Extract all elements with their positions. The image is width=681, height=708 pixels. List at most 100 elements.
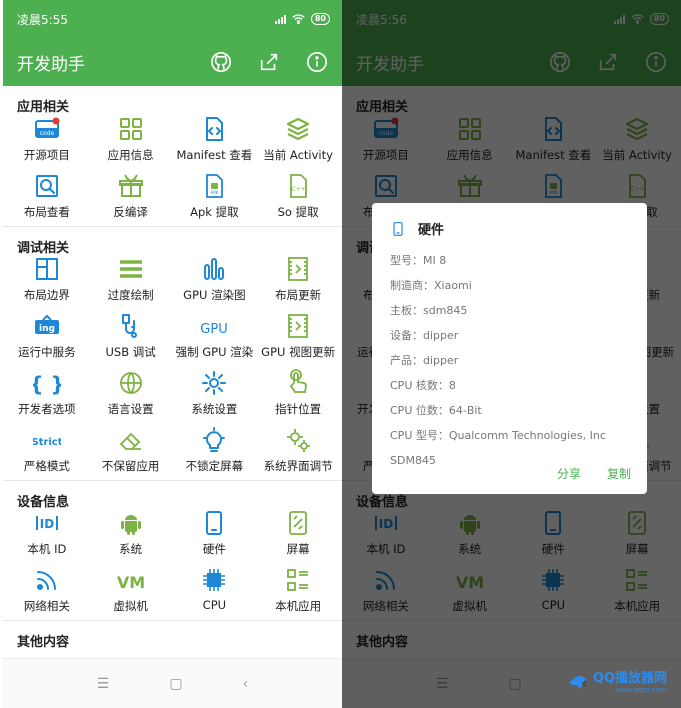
screen-main: 凌晨5:55 80 开发助手 应用相关 code 开源项目 应用信息 Manife…	[3, 0, 342, 708]
home-icon[interactable]: ▢	[169, 676, 182, 692]
tool-item[interactable]: 不保留应用	[89, 421, 173, 478]
tool-item[interactable]: 系统界面调节	[256, 421, 340, 478]
rss-icon	[32, 565, 62, 595]
tool-item[interactable]: Manifest 查看	[173, 110, 257, 167]
tool-item[interactable]: 网络相关	[5, 561, 89, 618]
tool-item[interactable]: Strict 严格模式	[5, 421, 89, 478]
tool-item-label: 指针位置	[275, 402, 322, 416]
copy-button[interactable]: 复制	[607, 465, 631, 482]
share-icon[interactable]	[258, 51, 280, 73]
app-title: 开发助手	[17, 54, 85, 75]
tool-item[interactable]: 布局边界	[5, 250, 89, 307]
tool-item[interactable]: USB 调试	[89, 307, 173, 364]
tool-item[interactable]: 反编译	[89, 167, 173, 224]
section-title: 设备信息	[3, 480, 342, 510]
tool-item[interactable]: code 开源项目	[5, 110, 89, 167]
pointer-hand-icon	[283, 368, 313, 398]
phone-icon	[390, 221, 406, 237]
tool-item[interactable]: VM 虚拟机	[89, 561, 173, 618]
svg-text:{ }: { }	[33, 372, 61, 396]
bird-logo-icon	[568, 675, 587, 689]
tool-item[interactable]: C++ So 提取	[256, 167, 340, 224]
app-bar: 开发助手	[3, 38, 342, 86]
svg-text:GPU: GPU	[201, 322, 228, 337]
tool-item[interactable]: 语言设置	[89, 364, 173, 421]
tool-item-label: 开源项目	[23, 148, 70, 162]
tool-item[interactable]: GPU 强制 GPU 渲染	[173, 307, 257, 364]
tool-item[interactable]: CPU	[173, 561, 257, 618]
tool-item-label: 不保留应用	[101, 459, 160, 473]
phone-icon	[199, 508, 229, 538]
gpu-film-icon	[283, 311, 313, 341]
tool-item-label: 应用信息	[107, 148, 154, 162]
code-icon: code	[32, 114, 62, 144]
back-icon[interactable]: ‹	[243, 676, 249, 692]
app-list-icon	[283, 565, 313, 595]
tool-item[interactable]: 布局查看	[5, 167, 89, 224]
dialog-title: 硬件	[418, 223, 445, 238]
tool-item-label: GPU 视图更新	[261, 345, 336, 359]
bars-icon	[199, 254, 229, 284]
hardware-info-line: CPU 位数：64-Bit	[390, 404, 482, 417]
ing-icon: ing	[32, 311, 62, 341]
hardware-dialog: 硬件 型号：MI 8 制造商：Xiaomi 主板：sdm845 设备：dipper 产品…	[372, 203, 647, 494]
cpp-file-icon: C++	[283, 171, 313, 201]
section-grid: code 开源项目 应用信息 Manifest 查看 当前 Activity 布…	[3, 110, 342, 224]
tool-item[interactable]: 过度绘制	[89, 250, 173, 307]
film-icon	[283, 254, 313, 284]
github-icon[interactable]	[210, 51, 232, 73]
tool-item-label: 当前 Activity	[263, 148, 333, 162]
battery-icon: 80	[310, 13, 330, 25]
globe-icon	[116, 368, 146, 398]
tool-item-label: USB 调试	[105, 345, 156, 359]
cpu-icon	[199, 565, 229, 595]
tool-item-label: 布局查看	[23, 205, 70, 219]
tool-item-label: 系统	[119, 542, 143, 556]
tool-item[interactable]: 硬件	[173, 504, 257, 561]
braces-icon: { }	[32, 368, 62, 398]
tool-item[interactable]: APK Apk 提取	[173, 167, 257, 224]
tool-item[interactable]: 布局更新	[256, 250, 340, 307]
tool-item-label: 本机应用	[275, 599, 322, 613]
tool-item-label: 布局边界	[23, 288, 70, 302]
tool-item[interactable]: 当前 Activity	[256, 110, 340, 167]
tool-item-label: 严格模式	[23, 459, 70, 473]
nav-bar: ☰ ▢ ‹	[3, 658, 342, 708]
tool-item[interactable]: GPU 视图更新	[256, 307, 340, 364]
tool-item-label: 网络相关	[23, 599, 70, 613]
tool-item[interactable]: 指针位置	[256, 364, 340, 421]
tool-item[interactable]: 本机应用	[256, 561, 340, 618]
tool-item[interactable]: ing 运行中服务	[5, 307, 89, 364]
layers-icon	[283, 114, 313, 144]
tool-item[interactable]: 系统设置	[173, 364, 257, 421]
tool-item[interactable]: GPU 渲染图	[173, 250, 257, 307]
info-icon[interactable]	[306, 51, 328, 73]
tool-item[interactable]: 应用信息	[89, 110, 173, 167]
tool-item-label: Apk 提取	[190, 205, 239, 219]
hardware-info-line: CPU 型号：Qualcomm Technologies, Inc	[390, 429, 606, 442]
tool-item-label: 过度绘制	[107, 288, 154, 302]
svg-text:ID: ID	[40, 517, 54, 531]
tool-item[interactable]: 系统	[89, 504, 173, 561]
tool-item-label: 强制 GPU 渲染	[175, 345, 254, 359]
tool-item-label: 系统设置	[191, 402, 238, 416]
tool-item[interactable]: { } 开发者选项	[5, 364, 89, 421]
strict-text-icon: Strict	[32, 425, 62, 455]
menu-icon[interactable]: ☰	[97, 676, 110, 692]
tool-item[interactable]: 不锁定屏幕	[173, 421, 257, 478]
svg-text:Strict: Strict	[33, 437, 61, 448]
bulb-icon	[199, 425, 229, 455]
gear-icon	[199, 368, 229, 398]
hardware-info-line: CPU 核数：8	[390, 379, 456, 392]
tool-item-label: 运行中服务	[18, 345, 76, 359]
tool-item-label: 开发者选项	[18, 402, 76, 416]
svg-text:ing: ing	[39, 324, 55, 334]
share-button[interactable]: 分享	[557, 465, 581, 482]
section-title: 应用相关	[3, 86, 342, 115]
tool-item[interactable]: ID 本机 ID	[5, 504, 89, 561]
svg-text:VM: VM	[117, 573, 145, 592]
tool-item[interactable]: 屏幕	[256, 504, 340, 561]
tool-item-label: 布局更新	[275, 288, 322, 302]
tool-item-label: GPU 渲染图	[183, 288, 246, 302]
tool-item-label: Manifest 查看	[176, 148, 253, 162]
